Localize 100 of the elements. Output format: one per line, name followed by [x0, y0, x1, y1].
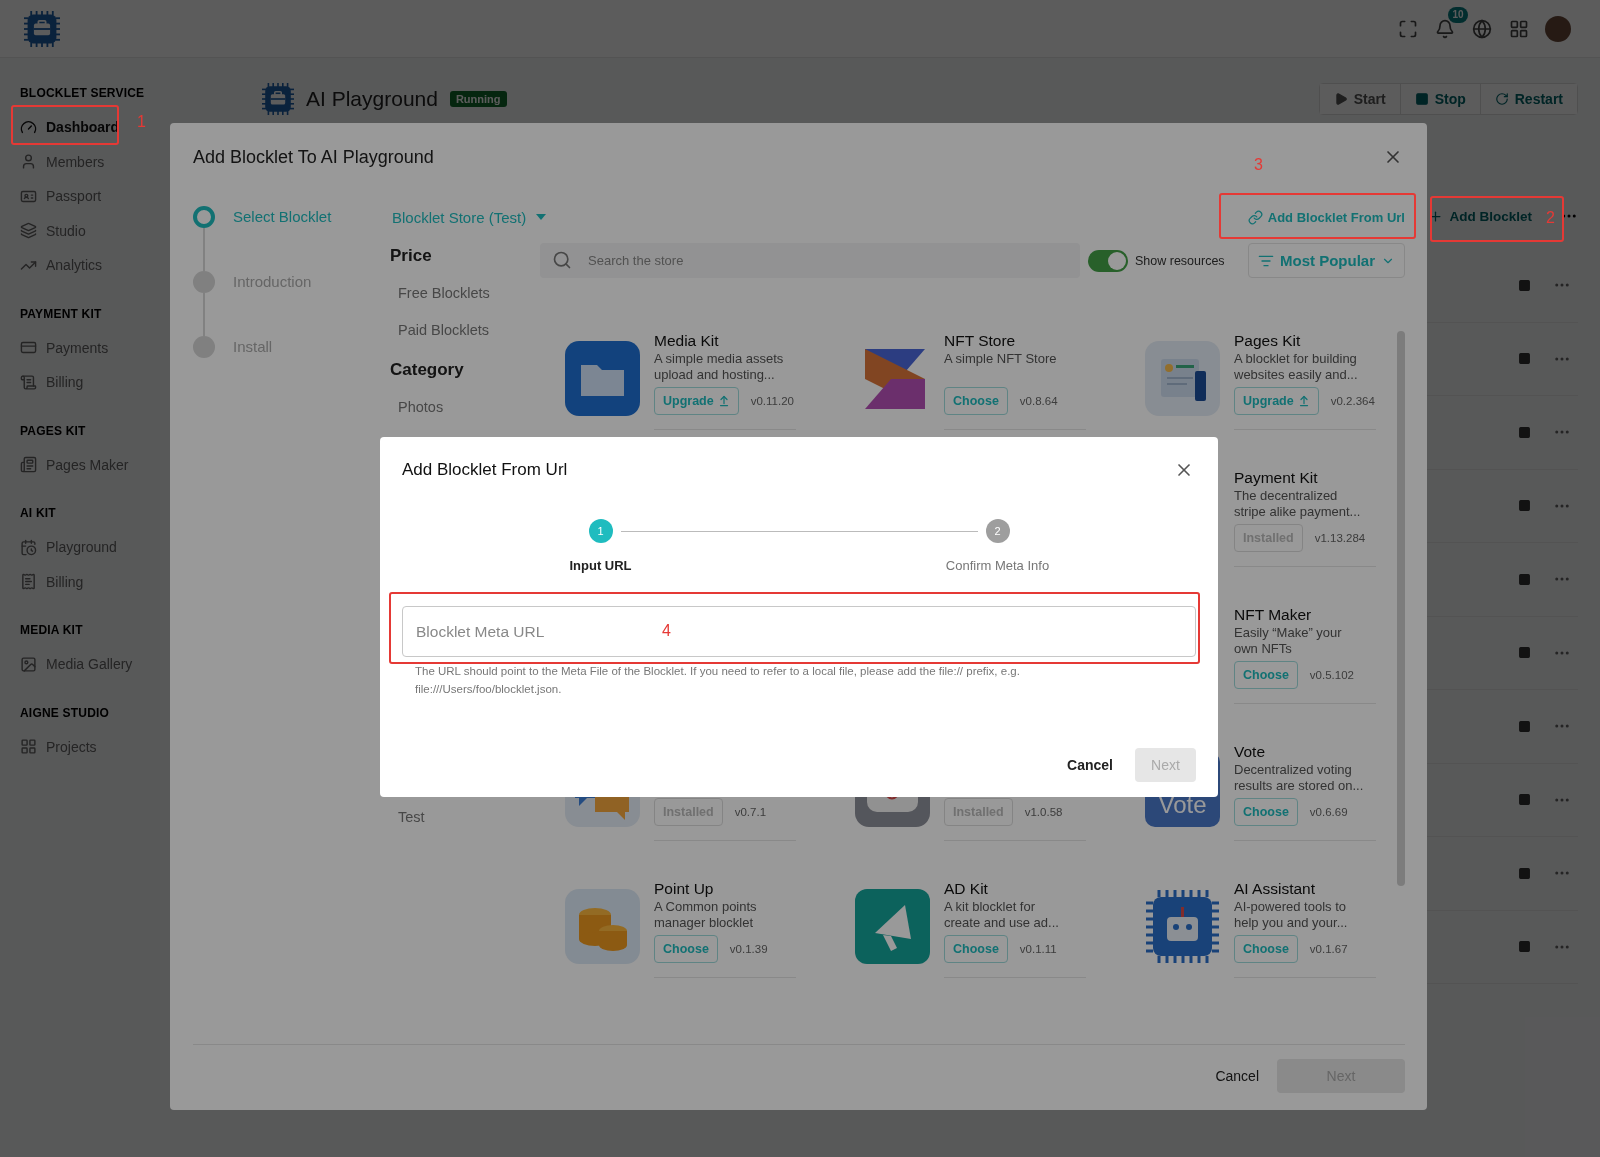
- search-field[interactable]: Search the store: [540, 243, 1080, 278]
- receipt-icon: [20, 573, 37, 591]
- cancel-button[interactable]: Cancel: [1215, 1062, 1259, 1090]
- nav-item[interactable]: Dashboard: [20, 110, 120, 145]
- blocklet-description: A kit blocklet for create and use ad...: [944, 899, 1059, 931]
- stop-icon[interactable]: [1518, 499, 1531, 513]
- stop-icon[interactable]: [1518, 278, 1531, 292]
- action-button[interactable]: Restart: [1479, 84, 1577, 114]
- link-icon: [1247, 209, 1263, 225]
- blocklet-description: Decentralized voting results are stored on...: [1234, 762, 1364, 794]
- blocklet-description: A Common points manager blocklet: [654, 899, 757, 931]
- robot-chip-icon: [1145, 889, 1220, 964]
- version-label: v1.0.58: [1024, 806, 1063, 818]
- blocklet-description: A simple NFT Store: [944, 351, 1057, 368]
- grid-icon: [20, 738, 37, 756]
- upgrade-button[interactable]: Upgrade: [1234, 387, 1319, 415]
- blocklet-name: Vote: [1234, 742, 1267, 762]
- choose-button[interactable]: Choose: [1234, 798, 1298, 826]
- version-label: v1.13.284: [1314, 532, 1366, 544]
- store-select[interactable]: Blocklet Store (Test): [390, 208, 547, 226]
- toggle-label: Show resources: [1135, 253, 1225, 268]
- stop-icon[interactable]: [1518, 793, 1531, 807]
- status-badge: Running: [449, 91, 507, 107]
- layers-icon: [20, 222, 37, 240]
- section-title: BLOCKLET SERVICE: [20, 85, 145, 102]
- stop-icon[interactable]: [1518, 866, 1531, 880]
- step-number: 1: [588, 519, 613, 543]
- cancel-button[interactable]: Cancel: [1067, 751, 1113, 779]
- version-label: v0.8.64: [1019, 395, 1058, 407]
- play-icon: [1333, 92, 1348, 106]
- calendar-icon: [20, 538, 37, 556]
- blocklet-description: The decentralized stripe alike payment...: [1234, 488, 1361, 520]
- blocklet-name: Media Kit: [654, 331, 720, 351]
- blocklet-name: Pages Kit: [1234, 331, 1302, 351]
- coins-icon: [565, 889, 640, 964]
- choose-button[interactable]: Choose: [944, 387, 1008, 415]
- version-label: v0.6.69: [1309, 806, 1348, 818]
- globe-icon[interactable]: [1471, 17, 1493, 40]
- version-label: v0.2.364: [1330, 395, 1375, 407]
- stop-icon[interactable]: [1518, 940, 1531, 954]
- bell-icon[interactable]: [1434, 17, 1456, 40]
- blocklet-name: NFT Store: [944, 331, 1017, 351]
- blocklet-name: AD Kit: [944, 879, 989, 899]
- stop-icon: [1414, 92, 1429, 106]
- section-title: AI KIT: [20, 505, 56, 522]
- notification-count: 10: [1448, 6, 1468, 23]
- stop-icon[interactable]: [1518, 352, 1531, 366]
- blocklet-description: AI-powered tools to help you and your...: [1234, 899, 1348, 931]
- version-label: v0.7.1: [734, 806, 767, 818]
- step-label: Input URL: [569, 557, 632, 575]
- helper-text: The URL should point to the Meta File of the Blocklet. If you need to refer to a local file, please add the file:// prefix, e.g. file:///Users/foo/blocklet.json.: [415, 664, 1021, 697]
- receipt-icon: [20, 373, 37, 391]
- annotation-number: 3: [1254, 156, 1263, 174]
- step-number: 2: [985, 519, 1010, 543]
- dialog-title: Add Blocklet From Url: [402, 459, 568, 481]
- version-label: v0.1.39: [729, 943, 768, 955]
- search-icon: [552, 250, 572, 270]
- annotation-number: 1: [137, 113, 146, 131]
- blocklet-description: A blocklet for building websites easily and...: [1234, 351, 1358, 383]
- app-title: AI Playground: [306, 87, 438, 111]
- step-label: Select Blocklet: [233, 207, 332, 227]
- stop-icon[interactable]: [1518, 425, 1531, 439]
- choose-button[interactable]: Choose: [944, 935, 1008, 963]
- step-label: Confirm Meta Info: [945, 557, 1050, 575]
- stop-icon[interactable]: [1518, 572, 1531, 586]
- image-icon: [20, 655, 37, 673]
- filter-title: Price: [390, 245, 433, 267]
- choose-button[interactable]: Choose: [1234, 661, 1298, 689]
- user-icon: [20, 153, 37, 171]
- add-from-url-button[interactable]: Add Blocklet From Url: [1231, 203, 1405, 231]
- filter-item[interactable]: Free Blocklets: [390, 275, 490, 312]
- choose-button[interactable]: Choose: [1234, 935, 1298, 963]
- version-label: v0.1.11: [1019, 943, 1057, 955]
- logo-icon: [262, 83, 294, 115]
- stop-icon[interactable]: [1518, 646, 1531, 660]
- annotation-number: 4: [662, 622, 671, 640]
- filter-item[interactable]: Photos: [390, 389, 444, 426]
- megaphone-icon: [855, 889, 930, 964]
- filter-title: Category: [390, 359, 465, 381]
- document-icon: [1145, 341, 1220, 416]
- restart-icon: [1494, 92, 1509, 106]
- toggle-switch[interactable]: [1088, 249, 1128, 272]
- dialog-title: Add Blocklet To AI Playground: [193, 146, 434, 168]
- scrollbar[interactable]: [1397, 331, 1405, 886]
- choose-button[interactable]: Choose: [654, 935, 718, 963]
- section-title: AIGNE STUDIO: [20, 704, 110, 722]
- sort-button[interactable]: Most Popular: [1248, 243, 1405, 278]
- filter-item[interactable]: Paid Blocklets: [390, 312, 490, 349]
- folder-icon: [565, 341, 640, 416]
- section-title: PAGES KIT: [20, 422, 86, 440]
- upgrade-button[interactable]: Upgrade: [654, 387, 739, 415]
- avatar[interactable]: [1545, 15, 1571, 42]
- section-title: PAYMENT KIT: [20, 305, 102, 323]
- version-label: v0.1.67: [1309, 943, 1348, 955]
- newspaper-icon: [20, 456, 37, 474]
- stop-icon[interactable]: [1518, 719, 1531, 733]
- filter-item[interactable]: Test: [390, 799, 425, 836]
- blocklet-name: Payment Kit: [1234, 468, 1319, 488]
- action-button[interactable]: Stop: [1399, 84, 1480, 114]
- blocklet-name: NFT Maker: [1234, 605, 1313, 625]
